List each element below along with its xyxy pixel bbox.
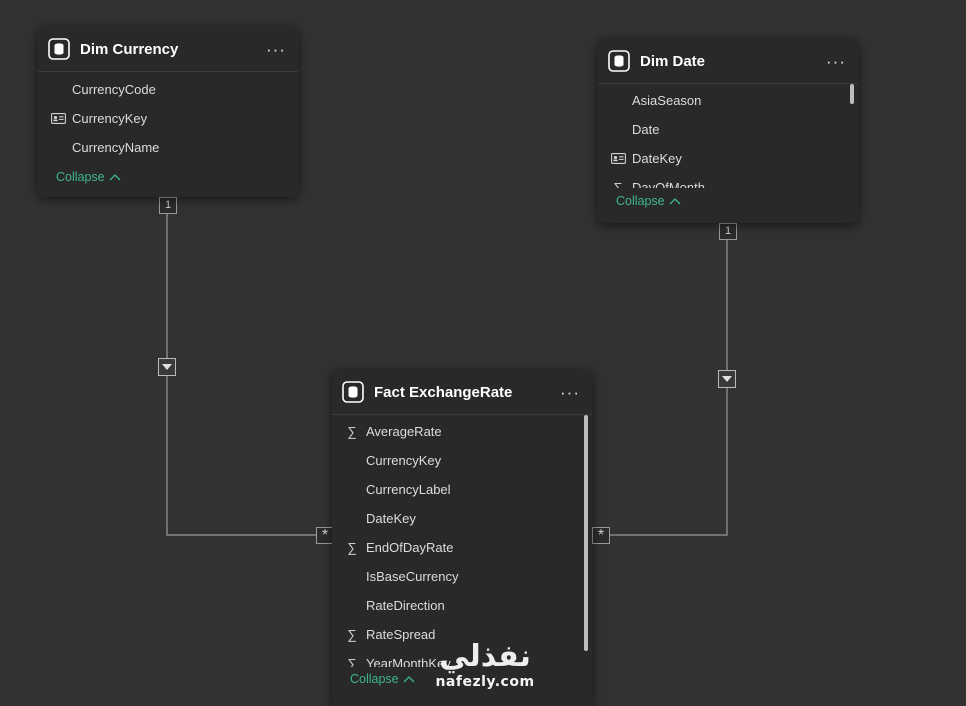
sigma-icon: ∑ [347, 540, 357, 555]
table-icon [48, 38, 70, 60]
scrollbar[interactable] [850, 84, 854, 104]
table-title: Dim Currency [80, 40, 179, 58]
table-card-dim-currency[interactable]: Dim Currency ··· CurrencyCode CurrencyKe… [38, 27, 298, 197]
field-row[interactable]: Date [598, 115, 858, 144]
blank-icon [344, 569, 360, 585]
relationship-line-date-fact [609, 240, 728, 536]
chevron-up-icon [669, 198, 681, 205]
field-row[interactable]: CurrencyName [38, 133, 298, 162]
blank-icon [344, 453, 360, 469]
field-row[interactable]: RateDirection [332, 591, 592, 620]
field-label: DateKey [366, 511, 416, 526]
chevron-up-icon [403, 676, 415, 683]
field-label: DateKey [632, 151, 682, 166]
field-label: CurrencyLabel [366, 482, 451, 497]
blank-icon [610, 93, 626, 109]
cardinality-many-badge[interactable]: * [592, 527, 610, 544]
more-options-icon[interactable]: ··· [560, 384, 580, 401]
field-label: AverageRate [366, 424, 442, 439]
field-label: RateDirection [366, 598, 445, 613]
blank-icon [50, 140, 66, 156]
blank-icon [344, 511, 360, 527]
cardinality-one-badge[interactable]: 1 [719, 223, 737, 240]
scrollbar[interactable] [584, 415, 588, 651]
field-row[interactable]: ∑ AverageRate [332, 417, 592, 446]
field-row[interactable]: IsBaseCurrency [332, 562, 592, 591]
blank-icon [50, 82, 66, 98]
field-row[interactable]: CurrencyLabel [332, 475, 592, 504]
sigma-icon: ∑ [347, 656, 357, 667]
field-row[interactable]: ∑ DayOfMonth [598, 173, 858, 188]
field-label: RateSpread [366, 627, 436, 642]
sigma-icon: ∑ [347, 627, 357, 642]
field-row[interactable]: CurrencyKey [38, 104, 298, 133]
relationship-line-currency-fact [166, 213, 316, 536]
blank-icon [344, 598, 360, 614]
field-row[interactable]: DateKey [598, 144, 858, 173]
field-label: EndOfDayRate [366, 540, 454, 555]
table-card-header[interactable]: Dim Date ··· [598, 39, 858, 84]
field-label: Date [632, 122, 660, 137]
table-card-header[interactable]: Dim Currency ··· [38, 27, 298, 72]
sigma-icon: ∑ [613, 180, 623, 188]
field-label: AsiaSeason [632, 93, 702, 108]
table-icon [342, 381, 364, 403]
blank-icon [610, 122, 626, 138]
field-list: ∑ AverageRate CurrencyKey CurrencyLabel … [332, 415, 592, 667]
field-row[interactable]: AsiaSeason [598, 86, 858, 115]
filter-direction-icon[interactable] [158, 358, 176, 376]
collapse-button[interactable]: Collapse [616, 194, 858, 208]
field-label: CurrencyKey [72, 111, 148, 126]
field-label: CurrencyName [72, 140, 160, 155]
blank-icon [344, 482, 360, 498]
watermark-arabic: نفذلي [439, 639, 531, 674]
field-label: DayOfMonth [632, 180, 705, 188]
field-label: IsBaseCurrency [366, 569, 459, 584]
collapse-label: Collapse [56, 170, 105, 184]
collapse-label: Collapse [350, 672, 399, 686]
field-label: CurrencyKey [366, 453, 442, 468]
collapse-label: Collapse [616, 194, 665, 208]
table-title: Fact ExchangeRate [374, 383, 513, 401]
chevron-up-icon [109, 174, 121, 181]
field-row[interactable]: CurrencyKey [332, 446, 592, 475]
more-options-icon[interactable]: ··· [826, 53, 846, 70]
sigma-icon: ∑ [347, 424, 357, 439]
table-icon [608, 50, 630, 72]
model-canvas[interactable]: 1 1 * * Dim Currency ··· CurrencyCode Cu… [0, 0, 966, 706]
filter-direction-icon[interactable] [718, 370, 736, 388]
field-label: CurrencyCode [72, 82, 156, 97]
field-row[interactable]: DateKey [332, 504, 592, 533]
id-card-icon [50, 111, 66, 127]
watermark-logo: نفذلي nafezly.com [426, 639, 544, 691]
field-list: CurrencyCode CurrencyKey CurrencyName [38, 72, 298, 162]
collapse-button[interactable]: Collapse [56, 170, 298, 184]
table-card-dim-date[interactable]: Dim Date ··· AsiaSeason Date DateKey ∑ D… [598, 39, 858, 223]
more-options-icon[interactable]: ··· [266, 41, 286, 58]
field-list: AsiaSeason Date DateKey ∑ DayOfMonth [598, 84, 858, 188]
field-row[interactable]: CurrencyCode [38, 75, 298, 104]
table-title: Dim Date [640, 52, 706, 70]
watermark-latin: nafezly.com [435, 674, 535, 690]
cardinality-one-badge[interactable]: 1 [159, 197, 177, 214]
table-card-header[interactable]: Fact ExchangeRate ··· [332, 370, 592, 415]
field-row[interactable]: ∑ EndOfDayRate [332, 533, 592, 562]
id-card-icon [610, 151, 626, 167]
